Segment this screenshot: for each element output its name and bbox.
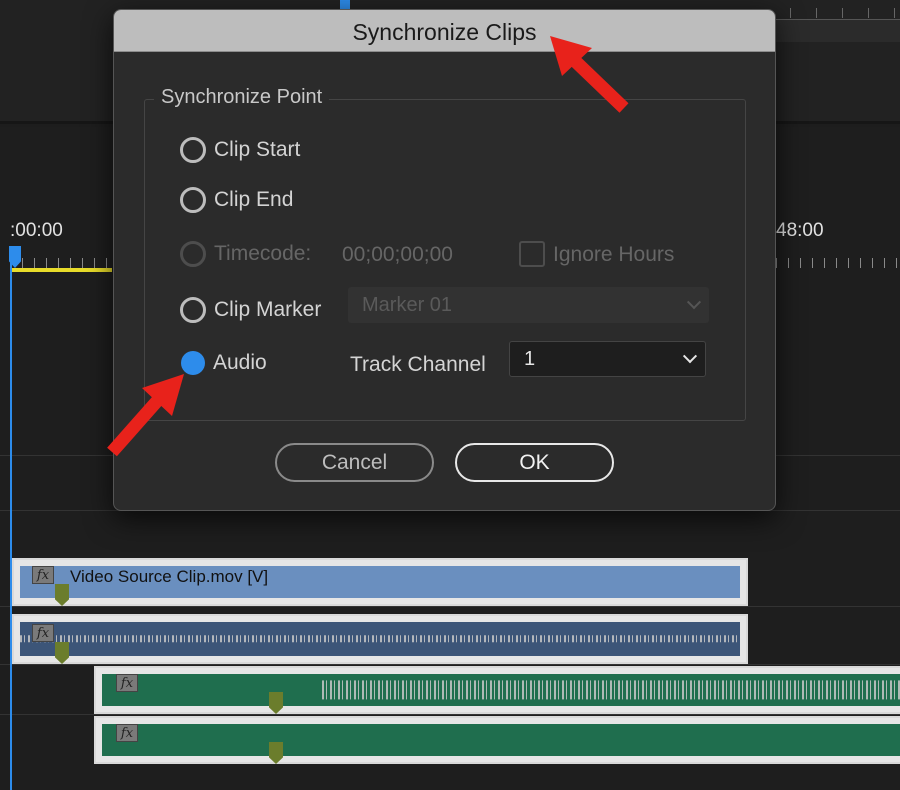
fx-badge-icon[interactable]: fx: [32, 566, 54, 584]
cancel-button[interactable]: Cancel: [275, 443, 434, 482]
audio-waveform: [20, 635, 740, 643]
radio-clip-end[interactable]: Clip End: [180, 187, 293, 213]
radio-label: Timecode:: [214, 242, 312, 265]
ruler-tick: [868, 8, 869, 18]
radio-button[interactable]: [180, 297, 206, 323]
annotation-arrow-icon: [107, 374, 184, 457]
radio-label: Audio: [213, 351, 267, 374]
radio-label: Clip End: [214, 188, 294, 211]
monitor-scroll-region: [776, 20, 900, 42]
work-area-bar[interactable]: [10, 268, 112, 272]
timecode-start-label: :00:00: [10, 220, 63, 241]
radio-label: Clip Start: [214, 138, 301, 161]
marker-icon[interactable]: [55, 642, 69, 664]
fx-badge-icon[interactable]: fx: [32, 624, 54, 642]
track-divider: [0, 606, 900, 607]
monitor-ruler: [770, 0, 900, 20]
dialog-title: Synchronize Clips: [114, 10, 775, 52]
chevron-down-icon: [686, 295, 702, 310]
ignore-hours-checkbox: [519, 241, 545, 267]
marker-icon[interactable]: [55, 584, 69, 606]
ruler-tick: [790, 8, 791, 18]
video-clip-name: Video Source Clip.mov [V]: [70, 567, 269, 586]
marker-select: Marker 01: [348, 287, 709, 323]
fx-badge-icon[interactable]: fx: [116, 674, 138, 692]
track-channel-value: 1: [524, 347, 536, 370]
video-clip[interactable]: fx Video Source Clip.mov [V]: [12, 558, 748, 606]
track-channel-select[interactable]: 1: [509, 341, 706, 377]
playhead-line[interactable]: [10, 262, 12, 790]
external-audio-clip[interactable]: fx: [94, 716, 900, 764]
track-channel-label: Track Channel: [350, 353, 486, 376]
annotation-arrow-icon: [550, 36, 629, 113]
ruler-tick: [842, 8, 843, 18]
synchronize-clips-dialog: Synchronize Clips Synchronize Point Clip…: [113, 9, 776, 511]
group-label: Synchronize Point: [154, 86, 330, 109]
fx-badge-icon[interactable]: fx: [116, 724, 138, 742]
ruler-tick: [894, 8, 895, 18]
ignore-hours-label: Ignore Hours: [553, 243, 675, 266]
linked-audio-clip[interactable]: fx: [12, 614, 748, 664]
radio-clip-marker[interactable]: Clip Marker: [180, 297, 321, 323]
radio-clip-start[interactable]: Clip Start: [180, 137, 300, 163]
ruler-tick: [816, 8, 817, 18]
radio-timecode: Timecode:: [180, 241, 311, 267]
marker-icon[interactable]: [269, 692, 283, 714]
radio-button[interactable]: [180, 187, 206, 213]
radio-button: [180, 241, 206, 267]
audio-waveform: [322, 680, 900, 700]
track-divider: [0, 714, 900, 715]
marker-icon[interactable]: [269, 742, 283, 764]
timecode-end-label: 48:00: [776, 220, 824, 241]
chevron-down-icon: [682, 349, 698, 364]
radio-button[interactable]: [180, 137, 206, 163]
track-divider: [0, 664, 900, 665]
radio-label: Clip Marker: [214, 298, 322, 321]
external-audio-clip[interactable]: fx: [94, 666, 900, 714]
marker-select-value: Marker 01: [362, 293, 453, 316]
ok-button[interactable]: OK: [455, 443, 614, 482]
timecode-field: 00;00;00;00: [342, 243, 453, 266]
